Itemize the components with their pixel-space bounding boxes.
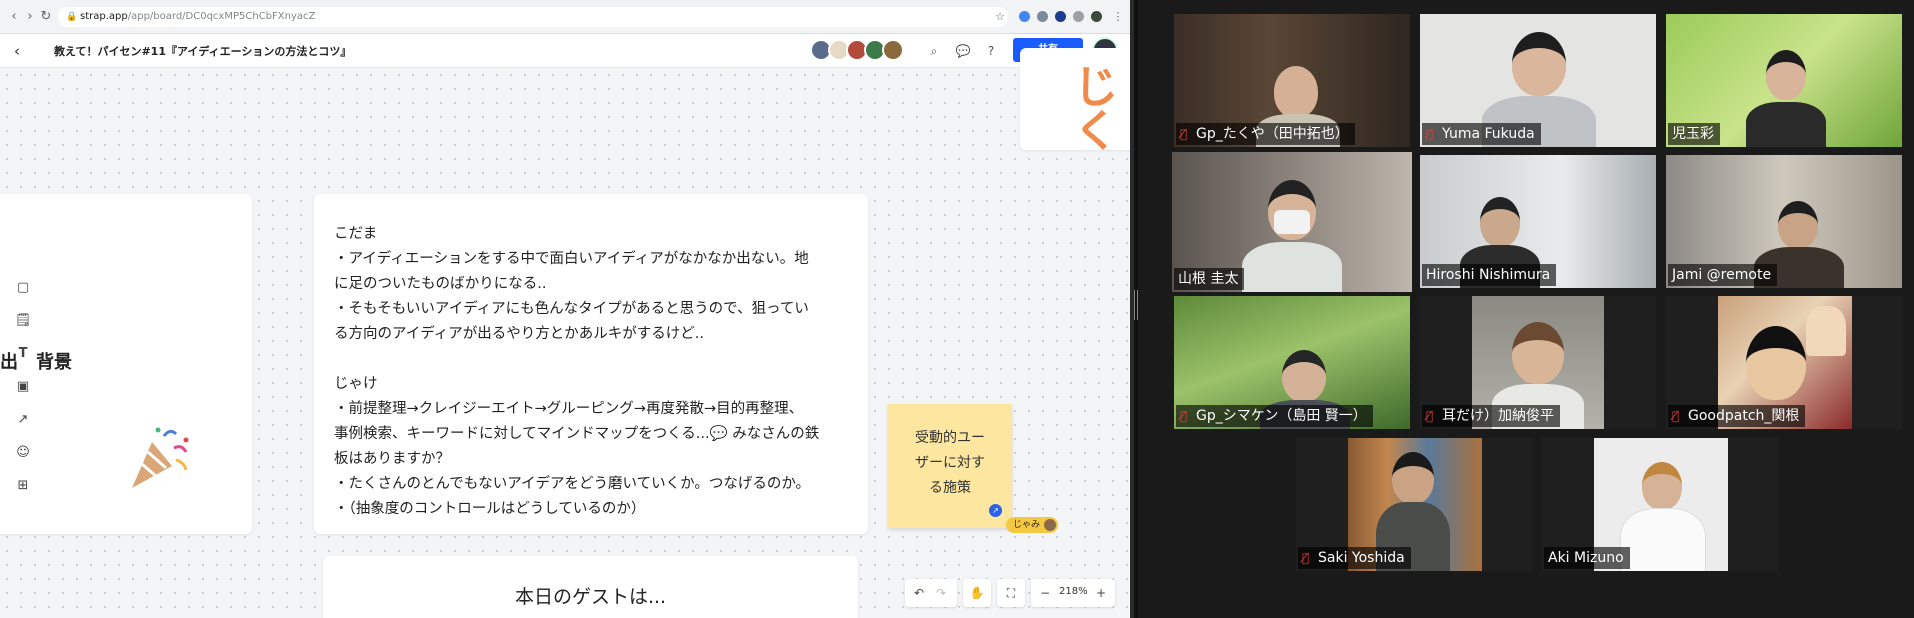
participant-name: Aki Mizuno: [1544, 547, 1630, 569]
search-icon[interactable]: ⌕: [926, 43, 942, 59]
notes-card-text: こだま ・アイディエーションをする中で面白いアイディアがなかなか出ない。地 に足…: [334, 226, 820, 517]
browser-address-bar: ‹ › ↻ 🔒 strap.app/app/board/DC0qcxMP5ChC…: [0, 0, 1130, 34]
guest-card-text: 本日のゲストは...: [514, 586, 667, 608]
sticky-note[interactable]: 受動的ユー ザーに対す る施策 ↗: [888, 404, 1012, 528]
video-tile[interactable]: 🎙̸ Yuma Fukuda: [1420, 14, 1656, 147]
participant-name: 🎙̸ Saki Yoshida: [1298, 547, 1411, 569]
hand-tool-group: ✋: [963, 579, 991, 607]
bookmark-star-icon[interactable]: ☆: [992, 9, 1008, 25]
url-path: /app/board/DC0qcxMP5ChCbFXnyacZ: [127, 11, 316, 22]
top-right-card-text: じく: [1074, 62, 1118, 157]
undo-icon[interactable]: ↶: [911, 585, 927, 601]
sticky-tool-icon[interactable]: 🗒: [13, 311, 33, 331]
face-mask: [1274, 210, 1310, 234]
board-header: ‹ 教えて！パイセン#11『アイディエーションの方法とコツ』 ⌕ 💬 ? 共有: [0, 34, 1130, 68]
shape-tool-icon[interactable]: ▢: [13, 278, 33, 298]
participant-name: 山根 圭太: [1174, 268, 1245, 290]
participant-name: 🎙̸ Goodpatch_関根: [1668, 405, 1806, 427]
muted-mic-icon: 🎙̸: [1426, 127, 1434, 141]
participant-name: 🎙̸ Gp_たくや（田中拓也）: [1176, 123, 1355, 145]
extensions-puzzle-icon[interactable]: [1073, 11, 1084, 22]
video-tile[interactable]: 🎙̸ Gp_シマケン（島田 賢一）: [1174, 296, 1410, 429]
template-tool-icon[interactable]: ⊞: [13, 476, 33, 496]
text-tool-icon[interactable]: T: [13, 344, 33, 364]
back-arrow-icon[interactable]: ‹: [6, 9, 22, 25]
reload-icon[interactable]: ↻: [38, 9, 54, 25]
undo-redo-group: ↶ ↷: [905, 579, 957, 607]
board-back-icon[interactable]: ‹: [14, 42, 20, 60]
muted-mic-icon: 🎙̸: [1426, 409, 1434, 423]
participant-name: 🎙̸ Yuma Fukuda: [1422, 123, 1541, 145]
sticky-note-line: 受動的ユー: [915, 430, 985, 446]
guest-card[interactable]: 本日のゲストは...: [323, 556, 858, 618]
muted-mic-icon: 🎙̸: [1672, 409, 1680, 423]
left-toolbar: ▢ 🗒 T ▣ ↗ ☺ ⊞: [8, 278, 42, 508]
stamp-tool-icon[interactable]: ☺: [13, 443, 33, 463]
top-right-card[interactable]: じく: [1020, 48, 1130, 154]
video-tile[interactable]: Aki Mizuno: [1542, 438, 1778, 571]
participant-name: Jami @remote: [1668, 264, 1778, 286]
url-host: strap.app: [80, 11, 128, 22]
collaborator-cursor-label: じゃみ: [1006, 517, 1059, 533]
video-tile[interactable]: 児玉彩: [1666, 14, 1902, 147]
sticky-note-text: 受動的ユー ザーに対す る施策: [888, 426, 1012, 501]
video-gallery: 🎙̸Gp_たくや（田中拓也） 🎙̸Yuma Fukuda 児玉彩 山根 圭太: [1138, 0, 1914, 618]
link-icon[interactable]: ↗: [989, 504, 1002, 517]
muted-mic-icon: 🎙̸: [1302, 551, 1310, 565]
fit-screen-icon[interactable]: ⛶: [1003, 585, 1019, 601]
lock-icon: 🔒: [66, 12, 78, 22]
video-tile[interactable]: 🎙̸ Gp_たくや（田中拓也）: [1174, 14, 1410, 147]
cursor-name: じゃみ: [1013, 520, 1041, 530]
collaborator-avatar[interactable]: [882, 39, 904, 61]
redo-icon[interactable]: ↷: [933, 585, 949, 601]
forward-arrow-icon[interactable]: ›: [22, 9, 38, 25]
notes-card[interactable]: こだま ・アイディエーションをする中で面白いアイディアがなかなか出ない。地 に足…: [314, 194, 868, 534]
participant-name: 🎙̸ 耳だけ）加納俊平: [1422, 405, 1560, 427]
video-tile-active-speaker[interactable]: 山根 圭太: [1172, 152, 1412, 292]
video-tile[interactable]: Jami @remote: [1666, 155, 1902, 288]
zoom-out-icon[interactable]: −: [1037, 585, 1053, 601]
extension-drive-icon[interactable]: [1019, 11, 1030, 22]
muted-mic-icon: 🎙̸: [1180, 409, 1188, 423]
participant-name: Hiroshi Nishimura: [1422, 264, 1557, 286]
video-tile[interactable]: 🎙̸ 耳だけ）加納俊平: [1420, 296, 1656, 429]
video-tile[interactable]: 🎙̸ Saki Yoshida: [1296, 438, 1532, 571]
browser-menu-icon[interactable]: ⋮: [1110, 9, 1126, 25]
video-tile[interactable]: 🎙̸ Goodpatch_関根: [1666, 296, 1902, 429]
browser-window: ‹ › ↻ 🔒 strap.app/app/board/DC0qcxMP5ChC…: [0, 0, 1130, 618]
connector-tool-icon[interactable]: ↗: [13, 410, 33, 430]
board-title: 教えて！パイセン#11『アイディエーションの方法とコツ』: [54, 45, 352, 58]
extension-icon[interactable]: [1055, 11, 1066, 22]
profile-avatar-icon[interactable]: [1091, 11, 1102, 22]
hand-icon[interactable]: ✋: [969, 585, 985, 601]
sticky-note-line: る施策: [929, 480, 971, 496]
participant-name: 児玉彩: [1668, 123, 1720, 145]
screen: ‹ › ↻ 🔒 strap.app/app/board/DC0qcxMP5ChC…: [0, 0, 1914, 618]
zoom-in-icon[interactable]: +: [1093, 585, 1109, 601]
cursor-avatar: [1044, 519, 1057, 531]
help-icon[interactable]: ?: [983, 43, 999, 59]
cartoon-hand: [1806, 306, 1846, 356]
url-input[interactable]: 🔒 strap.app/app/board/DC0qcxMP5ChCbFXnya…: [58, 7, 1008, 27]
fit-screen-group: ⛶: [997, 579, 1025, 607]
video-tile[interactable]: Hiroshi Nishimura: [1420, 155, 1656, 288]
muted-mic-icon: 🎙̸: [1180, 127, 1188, 141]
image-tool-icon[interactable]: ▣: [13, 377, 33, 397]
extension-icon[interactable]: [1037, 11, 1048, 22]
participant-name: 🎙̸ Gp_シマケン（島田 賢一）: [1176, 405, 1373, 427]
sticky-note-line: ザーに対す: [915, 455, 985, 471]
comment-icon[interactable]: 💬: [955, 43, 971, 59]
party-popper-icon: [132, 427, 189, 488]
whiteboard-canvas[interactable]: 出 背景 じく こだま ・アイディエーションをする中で面白いアイディアがなかなか…: [0, 48, 1130, 618]
zoom-level: 218%: [1059, 586, 1088, 597]
